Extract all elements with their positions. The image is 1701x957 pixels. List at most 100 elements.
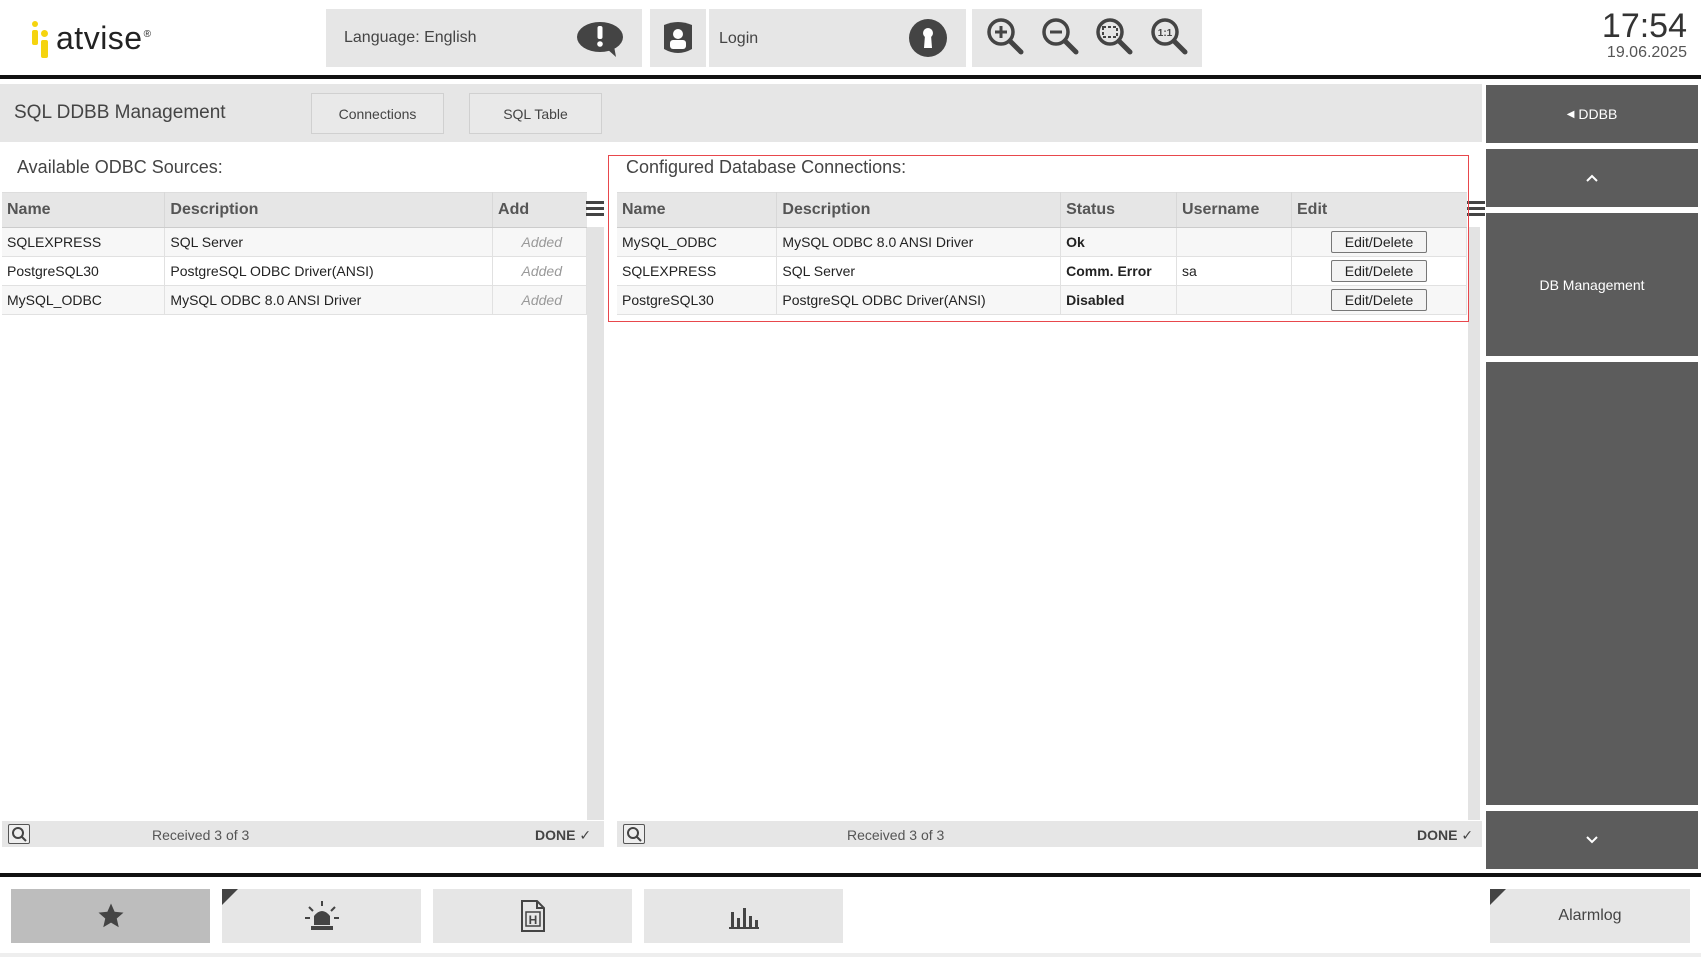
status-badge: Comm. Error [1060, 256, 1178, 286]
cell-description: PostgreSQL ODBC Driver(ANSI) [164, 256, 494, 286]
user-badge-button[interactable] [650, 9, 706, 67]
zoom-fit-icon[interactable] [1094, 16, 1134, 61]
trends-button[interactable] [644, 889, 843, 943]
odbc-sources-table: Name Description Add SQLEXPRESS SQL Serv… [2, 192, 587, 315]
language-button[interactable]: Language: English [326, 9, 642, 67]
app-header: atvise® Language: English Login 1:1 17:5… [0, 0, 1701, 76]
column-header-description[interactable]: Description [776, 192, 1062, 228]
svg-text:H: H [528, 913, 537, 927]
table-row[interactable]: PostgreSQL30 PostgreSQL ODBC Driver(ANSI… [617, 285, 1467, 315]
connections-table: Name Description Status Username Edit My… [617, 192, 1467, 315]
svg-text:1:1: 1:1 [1158, 28, 1173, 39]
checkmark-icon: ✓ [579, 827, 592, 843]
column-header-name[interactable]: Name [617, 192, 778, 228]
cell-description: SQL Server [164, 227, 494, 257]
cell-name: PostgreSQL30 [2, 256, 166, 286]
connections-label: Configured Database Connections: [626, 157, 907, 177]
zoom-out-icon[interactable] [1040, 16, 1080, 61]
alarmlog-label: Alarmlog [1558, 907, 1622, 924]
column-header-username[interactable]: Username [1176, 192, 1292, 228]
language-label: Language: English [344, 29, 477, 46]
cell-description: PostgreSQL ODBC Driver(ANSI) [776, 285, 1062, 315]
scroll-up-button[interactable] [1486, 149, 1698, 207]
history-button[interactable]: H [433, 889, 632, 943]
cell-name: MySQL_ODBC [617, 227, 778, 257]
login-button[interactable]: Login [709, 9, 966, 67]
column-header-description[interactable]: Description [164, 192, 494, 228]
back-ddbb-label: DDBB [1578, 106, 1618, 122]
odbc-table-footer: Received 3 of 3 DONE ✓ [2, 821, 604, 847]
table-row[interactable]: SQLEXPRESS SQL Server Comm. Error sa Edi… [617, 256, 1467, 286]
table-row[interactable]: MySQL_ODBC MySQL ODBC 8.0 ANSI Driver Ad… [2, 285, 587, 315]
done-status: DONE ✓ [1417, 827, 1474, 843]
table-row[interactable]: SQLEXPRESS SQL Server Added [2, 227, 587, 257]
cell-username [1176, 227, 1292, 257]
keyhole-icon [908, 18, 948, 63]
corner-indicator [222, 889, 238, 905]
odbc-scrollbar[interactable] [587, 227, 604, 820]
done-status: DONE ✓ [535, 827, 592, 843]
column-menu-icon[interactable] [586, 201, 604, 219]
back-ddbb-button[interactable]: ◀ DDBB [1486, 85, 1698, 143]
db-management-button[interactable]: DB Management [1486, 213, 1698, 356]
received-status: Received 3 of 3 [847, 827, 945, 843]
search-icon[interactable] [8, 824, 30, 844]
side-nav-empty-area [1486, 362, 1698, 805]
column-header-edit[interactable]: Edit [1291, 192, 1467, 228]
column-menu-icon[interactable] [1467, 201, 1485, 219]
zoom-in-icon[interactable] [985, 16, 1025, 61]
user-badge-icon [660, 19, 696, 62]
clock: 17:54 19.06.2025 [1602, 8, 1687, 62]
column-header-status[interactable]: Status [1060, 192, 1178, 228]
column-header-add[interactable]: Add [492, 192, 587, 228]
favorites-button[interactable] [11, 889, 210, 943]
edit-delete-button[interactable]: Edit/Delete [1331, 231, 1427, 253]
scroll-down-button[interactable] [1486, 811, 1698, 869]
edit-delete-button[interactable]: Edit/Delete [1331, 260, 1427, 282]
star-icon [98, 903, 123, 928]
alarms-button[interactable] [222, 889, 421, 943]
bar-chart-icon [728, 908, 759, 929]
history-document-icon: H [520, 900, 545, 932]
column-header-name[interactable]: Name [2, 192, 166, 228]
clock-time: 17:54 [1601, 7, 1687, 45]
login-label: Login [719, 30, 759, 47]
connections-table-footer: Received 3 of 3 DONE ✓ [617, 821, 1482, 847]
table-header-row: Name Description Add [2, 192, 587, 228]
clock-date: 19.06.2025 [1606, 44, 1687, 61]
chevron-up-icon [1586, 174, 1598, 182]
cell-edit: Edit/Delete [1291, 227, 1467, 257]
cell-name: PostgreSQL30 [617, 285, 778, 315]
cell-name: SQLEXPRESS [617, 256, 778, 286]
atvise-logo: atvise® [32, 16, 151, 60]
cell-description: SQL Server [776, 256, 1062, 286]
odbc-sources-label: Available ODBC Sources: [17, 157, 223, 177]
connections-panel: Name Description Status Username Edit My… [617, 192, 1467, 822]
cell-username: sa [1176, 256, 1292, 286]
tab-sql-table[interactable]: SQL Table [469, 93, 602, 134]
page-title: SQL DDBB Management [14, 102, 226, 123]
cell-add: Added [492, 285, 587, 315]
header-divider [0, 75, 1701, 79]
odbc-sources-panel: Name Description Add SQLEXPRESS SQL Serv… [2, 192, 587, 822]
cell-edit: Edit/Delete [1291, 256, 1467, 286]
footer-divider [0, 873, 1701, 877]
received-status: Received 3 of 3 [152, 827, 250, 843]
connections-scrollbar[interactable] [1468, 227, 1480, 820]
cell-name: MySQL_ODBC [2, 285, 166, 315]
cell-add: Added [492, 256, 587, 286]
page-titlebar: SQL DDBB Management Connections SQL Tabl… [0, 84, 1482, 142]
cell-description: MySQL ODBC 8.0 ANSI Driver [164, 285, 494, 315]
zoom-reset-icon[interactable]: 1:1 [1149, 16, 1189, 61]
edit-delete-button[interactable]: Edit/Delete [1331, 289, 1427, 311]
status-badge: Disabled [1060, 285, 1178, 315]
cell-edit: Edit/Delete [1291, 285, 1467, 315]
cell-name: SQLEXPRESS [2, 227, 166, 257]
search-icon[interactable] [623, 824, 645, 844]
alarmlog-button[interactable]: Alarmlog [1490, 889, 1690, 943]
checkmark-icon: ✓ [1461, 827, 1474, 843]
corner-indicator [1490, 889, 1506, 905]
table-row[interactable]: MySQL_ODBC MySQL ODBC 8.0 ANSI Driver Ok… [617, 227, 1467, 257]
tab-connections[interactable]: Connections [311, 93, 444, 134]
table-row[interactable]: PostgreSQL30 PostgreSQL ODBC Driver(ANSI… [2, 256, 587, 286]
